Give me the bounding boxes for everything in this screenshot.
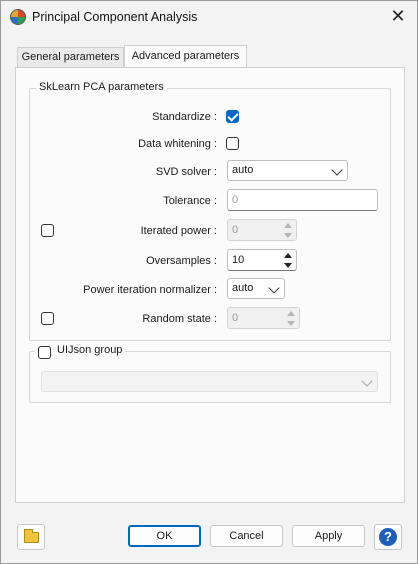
tab-general-parameters[interactable]: General parameters <box>17 47 124 67</box>
iterated-power-label: Iterated power : <box>140 225 217 237</box>
spin-down-icon[interactable] <box>287 321 295 326</box>
random-state-spinbox[interactable]: 0 <box>227 307 300 329</box>
open-folder-button[interactable] <box>17 524 45 550</box>
uijson-groupbox: UIJson group <box>29 344 391 403</box>
cancel-button[interactable]: Cancel <box>210 525 283 547</box>
spin-arrows-icon[interactable] <box>285 309 297 327</box>
spin-arrows-icon[interactable] <box>282 221 294 239</box>
random-state-value: 0 <box>232 312 239 324</box>
tolerance-label: Tolerance : <box>163 195 217 207</box>
button-bar: OK Cancel Apply ? <box>1 513 417 563</box>
data-whitening-label: Data whitening : <box>138 138 217 150</box>
power-iteration-normalizer-label: Power iteration normalizer : <box>83 284 217 296</box>
standardize-label: Standardize : <box>152 111 217 123</box>
apply-button[interactable]: Apply <box>292 525 365 547</box>
pca-app-icon <box>10 9 26 25</box>
help-button[interactable]: ? <box>374 524 402 550</box>
svd-solver-value: auto <box>232 164 254 176</box>
window-title: Principal Component Analysis <box>32 10 198 24</box>
tab-advanced-parameters[interactable]: Advanced parameters <box>124 45 247 68</box>
spin-down-icon[interactable] <box>284 233 292 238</box>
data-whitening-checkbox[interactable] <box>226 137 239 150</box>
spin-up-icon[interactable] <box>284 253 292 258</box>
sklearn-pca-groupbox: SkLearn PCA parameters Standardize : Dat… <box>29 81 391 341</box>
iterated-power-value: 0 <box>232 224 239 236</box>
close-button[interactable]: ✕ <box>383 3 413 29</box>
power-iteration-normalizer-select[interactable]: auto <box>227 278 285 299</box>
tolerance-input[interactable]: 0 <box>227 189 378 211</box>
dialog-window: Principal Component Analysis ✕ General p… <box>0 0 418 564</box>
chevron-down-icon <box>331 164 343 176</box>
uijson-group-select[interactable] <box>41 371 378 392</box>
spin-up-icon[interactable] <box>287 311 295 316</box>
standardize-checkbox[interactable] <box>226 110 239 123</box>
random-state-checkbox[interactable] <box>41 312 54 325</box>
chevron-down-icon <box>361 375 373 387</box>
title-bar: Principal Component Analysis ✕ <box>1 1 417 33</box>
iterated-power-spinbox[interactable]: 0 <box>227 219 297 241</box>
oversamples-spinbox[interactable]: 10 <box>227 249 297 271</box>
svd-solver-select[interactable]: auto <box>227 160 348 181</box>
spin-down-icon[interactable] <box>284 263 292 268</box>
uijson-group-checkbox[interactable] <box>38 346 51 359</box>
random-state-label: Random state : <box>142 313 217 325</box>
power-iteration-normalizer-value: auto <box>232 282 254 294</box>
advanced-parameters-panel: SkLearn PCA parameters Standardize : Dat… <box>15 67 405 503</box>
sklearn-group-title: SkLearn PCA parameters <box>36 81 167 93</box>
help-icon: ? <box>379 528 397 546</box>
folder-icon <box>24 529 39 543</box>
spin-up-icon[interactable] <box>284 223 292 228</box>
chevron-down-icon <box>268 282 280 294</box>
oversamples-value: 10 <box>232 254 245 266</box>
svd-solver-label: SVD solver : <box>155 166 217 178</box>
iterated-power-checkbox[interactable] <box>41 224 54 237</box>
spin-arrows-icon[interactable] <box>282 251 294 269</box>
ok-button[interactable]: OK <box>128 525 201 547</box>
oversamples-label: Oversamples : <box>146 255 217 267</box>
